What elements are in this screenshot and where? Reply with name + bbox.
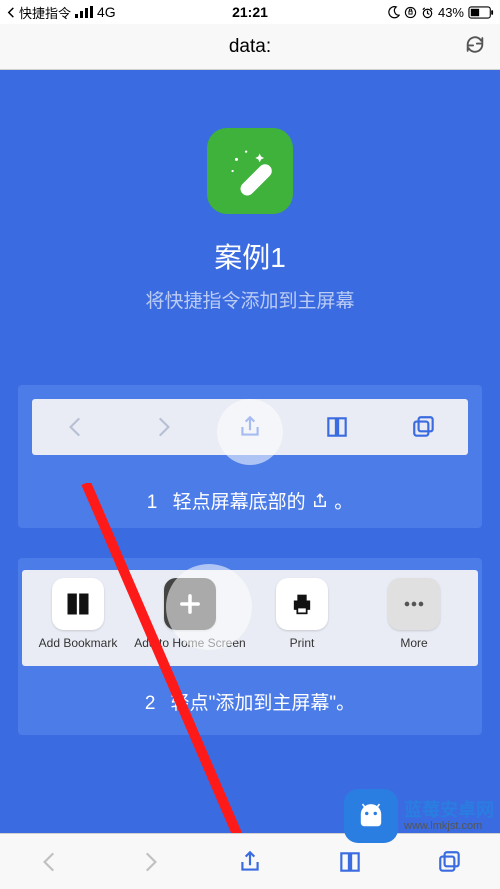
share-item-homescreen: Add to Home Screen <box>134 578 246 650</box>
mock-share-icon <box>235 412 265 442</box>
mock-back-icon <box>61 412 91 442</box>
network-label: 4G <box>97 4 116 20</box>
share-item-print: Print <box>246 578 358 650</box>
share-item-label: Print <box>246 636 358 650</box>
page-content: 案例1 将快捷指令添加到主屏幕 1 轻点屏幕底部的 。 Add Bookmark <box>0 70 500 833</box>
page-title: 案例1 <box>0 236 500 276</box>
toolbar-share-button[interactable] <box>235 847 265 877</box>
add-homescreen-icon <box>164 578 216 630</box>
bookmark-glyph-icon <box>52 578 104 630</box>
toolbar-back-button[interactable] <box>35 847 65 877</box>
address-bar[interactable]: data: <box>0 24 500 70</box>
step1-after: 。 <box>334 492 353 513</box>
watermark: 蓝莓安卓网 www.lmkjst.com <box>344 789 494 843</box>
watermark-logo <box>344 789 398 843</box>
mock-forward-icon <box>148 412 178 442</box>
back-to-app[interactable]: 快捷指令 <box>6 3 71 22</box>
more-icon <box>388 578 440 630</box>
step2-text: 2 轻点"添加到主屏幕"。 <box>18 688 482 715</box>
inline-share-icon <box>311 492 329 513</box>
url-text: data: <box>229 36 271 58</box>
watermark-title: 蓝莓安卓网 <box>404 800 494 820</box>
toolbar-bookmarks-button[interactable] <box>335 847 365 877</box>
alarm-icon <box>421 6 434 19</box>
lock-rotation-icon <box>404 6 417 19</box>
step2-number: 2 <box>145 693 156 714</box>
shortcut-app-icon <box>207 128 293 214</box>
watermark-url: www.lmkjst.com <box>404 820 494 832</box>
mock-bookmarks-icon <box>322 412 352 442</box>
mock-toolbar <box>32 399 468 455</box>
battery-pct: 43% <box>438 5 464 20</box>
step1-before: 轻点屏幕底部的 <box>173 492 311 513</box>
mock-share-sheet: Add Bookmark Add to Home Screen Print Mo… <box>22 570 478 666</box>
page-subtitle: 将快捷指令添加到主屏幕 <box>0 286 500 313</box>
signal-icon <box>75 6 93 18</box>
step1-number: 1 <box>147 492 158 513</box>
mock-tabs-icon <box>409 412 439 442</box>
share-item-label: Add to Home Screen <box>134 636 246 650</box>
step1-block: 1 轻点屏幕底部的 。 <box>18 385 482 528</box>
share-item-bookmark: Add Bookmark <box>22 578 134 650</box>
step1-text: 1 轻点屏幕底部的 。 <box>18 487 482 514</box>
share-item-more: More <box>358 578 470 650</box>
back-to-app-label: 快捷指令 <box>19 3 71 22</box>
moon-icon <box>387 6 400 19</box>
reload-button[interactable] <box>464 33 486 60</box>
step2-block: Add Bookmark Add to Home Screen Print Mo… <box>18 558 482 735</box>
status-bar: 快捷指令 4G 21:21 43% <box>0 0 500 24</box>
step2-body: 轻点"添加到主屏幕"。 <box>171 693 356 714</box>
toolbar-tabs-button[interactable] <box>435 847 465 877</box>
share-item-label: More <box>358 636 470 650</box>
share-item-label: Add Bookmark <box>22 636 134 650</box>
printer-icon <box>276 578 328 630</box>
toolbar-forward-button[interactable] <box>135 847 165 877</box>
battery-icon <box>468 6 494 19</box>
